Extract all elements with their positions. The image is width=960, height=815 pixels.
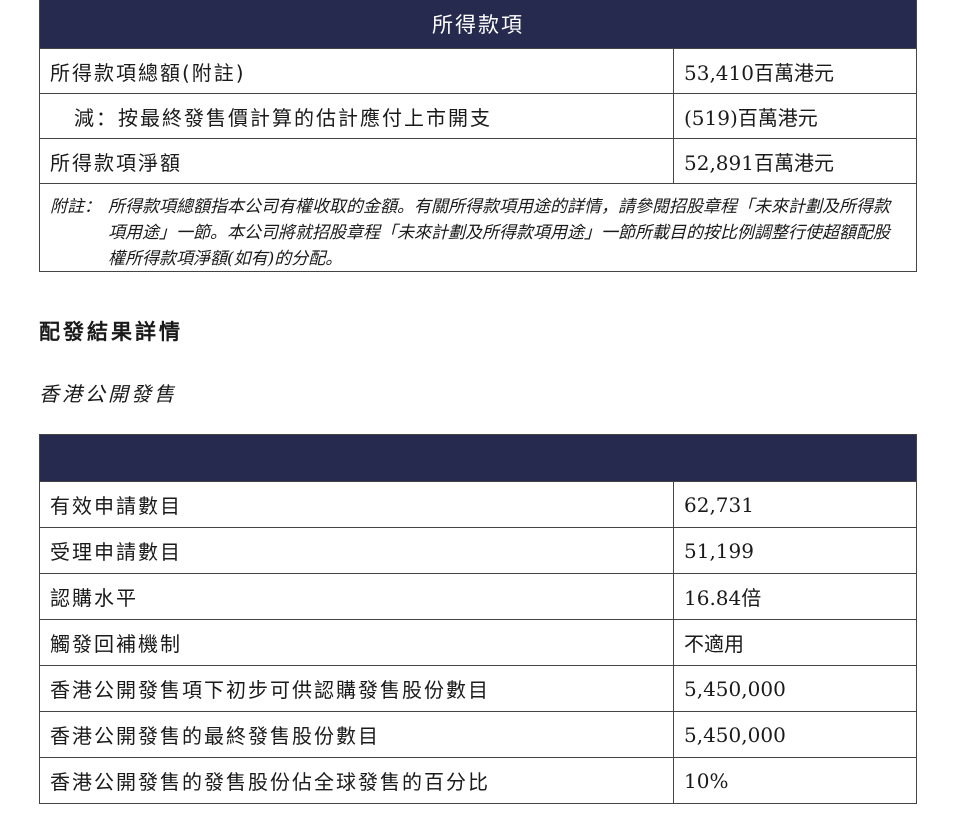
note-text: 所得款項總額指本公司有權收取的金額。有關所得款項用途的詳情，請參閱招股章程「未來… [108, 197, 890, 269]
proceeds-table: 所得款項 所得款項總額(附註) 53,410百萬港元 減：按最終發售價計算的估計… [39, 0, 917, 272]
table-row: 香港公開發售的發售股份佔全球發售的百分比 10% [40, 757, 916, 803]
row-label: 所得款項總額(附註) [40, 49, 674, 93]
table-row: 觸發回補機制 不適用 [40, 619, 916, 665]
row-label: 香港公開發售項下初步可供認購發售股份數目 [40, 666, 674, 711]
table-row: 認購水平 16.84倍 [40, 573, 916, 619]
row-label: 有效申請數目 [40, 482, 674, 527]
section-heading: 配發結果詳情 [39, 320, 183, 344]
row-value: (519)百萬港元 [684, 105, 818, 130]
table-row: 香港公開發售項下初步可供認購發售股份數目 5,450,000 [40, 665, 916, 711]
row-value: 51,199 [684, 538, 754, 563]
table-row: 所得款項淨額 52,891百萬港元 [40, 138, 916, 183]
row-label: 所得款項淨額 [40, 139, 674, 183]
offering-table-header [40, 435, 916, 481]
row-label: 認購水平 [40, 574, 674, 619]
row-value: 5,450,000 [684, 722, 786, 747]
proceeds-note: 附註： 所得款項總額指本公司有權收取的金額。有關所得款項用途的詳情，請參閱招股章… [40, 183, 916, 271]
row-value: 53,410百萬港元 [684, 60, 834, 85]
row-label: 受理申請數目 [40, 528, 674, 573]
row-value: 16.84倍 [684, 586, 762, 610]
row-label: 觸發回補機制 [40, 620, 674, 665]
table-row: 香港公開發售的最終發售股份數目 5,450,000 [40, 711, 916, 757]
proceeds-table-header: 所得款項 [40, 0, 916, 48]
note-label: 附註： [50, 197, 101, 217]
table-row: 所得款項總額(附註) 53,410百萬港元 [40, 48, 916, 93]
section-subheading: 香港公開發售 [39, 382, 177, 406]
row-value: 不適用 [684, 632, 744, 656]
row-value: 52,891百萬港元 [684, 150, 834, 175]
offering-table: 有效申請數目 62,731 受理申請數目 51,199 認購水平 16.84倍 … [39, 434, 917, 804]
table-row: 減：按最終發售價計算的估計應付上市開支 (519)百萬港元 [40, 93, 916, 138]
row-label: 香港公開發售的發售股份佔全球發售的百分比 [40, 758, 674, 803]
table-row: 受理申請數目 51,199 [40, 527, 916, 573]
row-value: 10% [684, 768, 729, 793]
row-value: 62,731 [684, 492, 754, 517]
row-label: 香港公開發售的最終發售股份數目 [40, 712, 674, 757]
row-value: 5,450,000 [684, 676, 786, 701]
row-label: 減：按最終發售價計算的估計應付上市開支 [40, 94, 674, 138]
table-row: 有效申請數目 62,731 [40, 481, 916, 527]
